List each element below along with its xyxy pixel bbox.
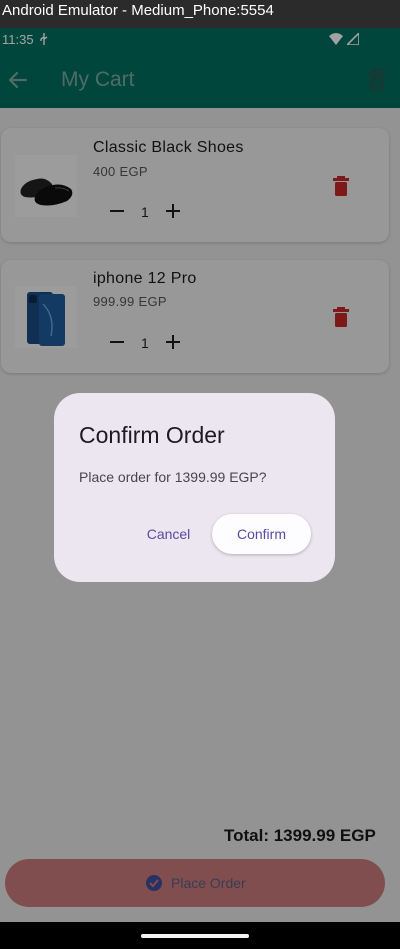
dialog-message: Place order for 1399.99 EGP?	[79, 469, 267, 485]
emulator-window-title: Android Emulator - Medium_Phone:5554	[0, 0, 400, 28]
confirm-button[interactable]: Confirm	[212, 514, 311, 554]
cancel-button[interactable]: Cancel	[135, 514, 202, 554]
dialog-title: Confirm Order	[79, 422, 225, 448]
navigation-bar	[0, 922, 400, 949]
home-gesture-handle[interactable]	[141, 934, 249, 938]
confirm-order-dialog: Confirm Order Place order for 1399.99 EG…	[54, 393, 335, 582]
